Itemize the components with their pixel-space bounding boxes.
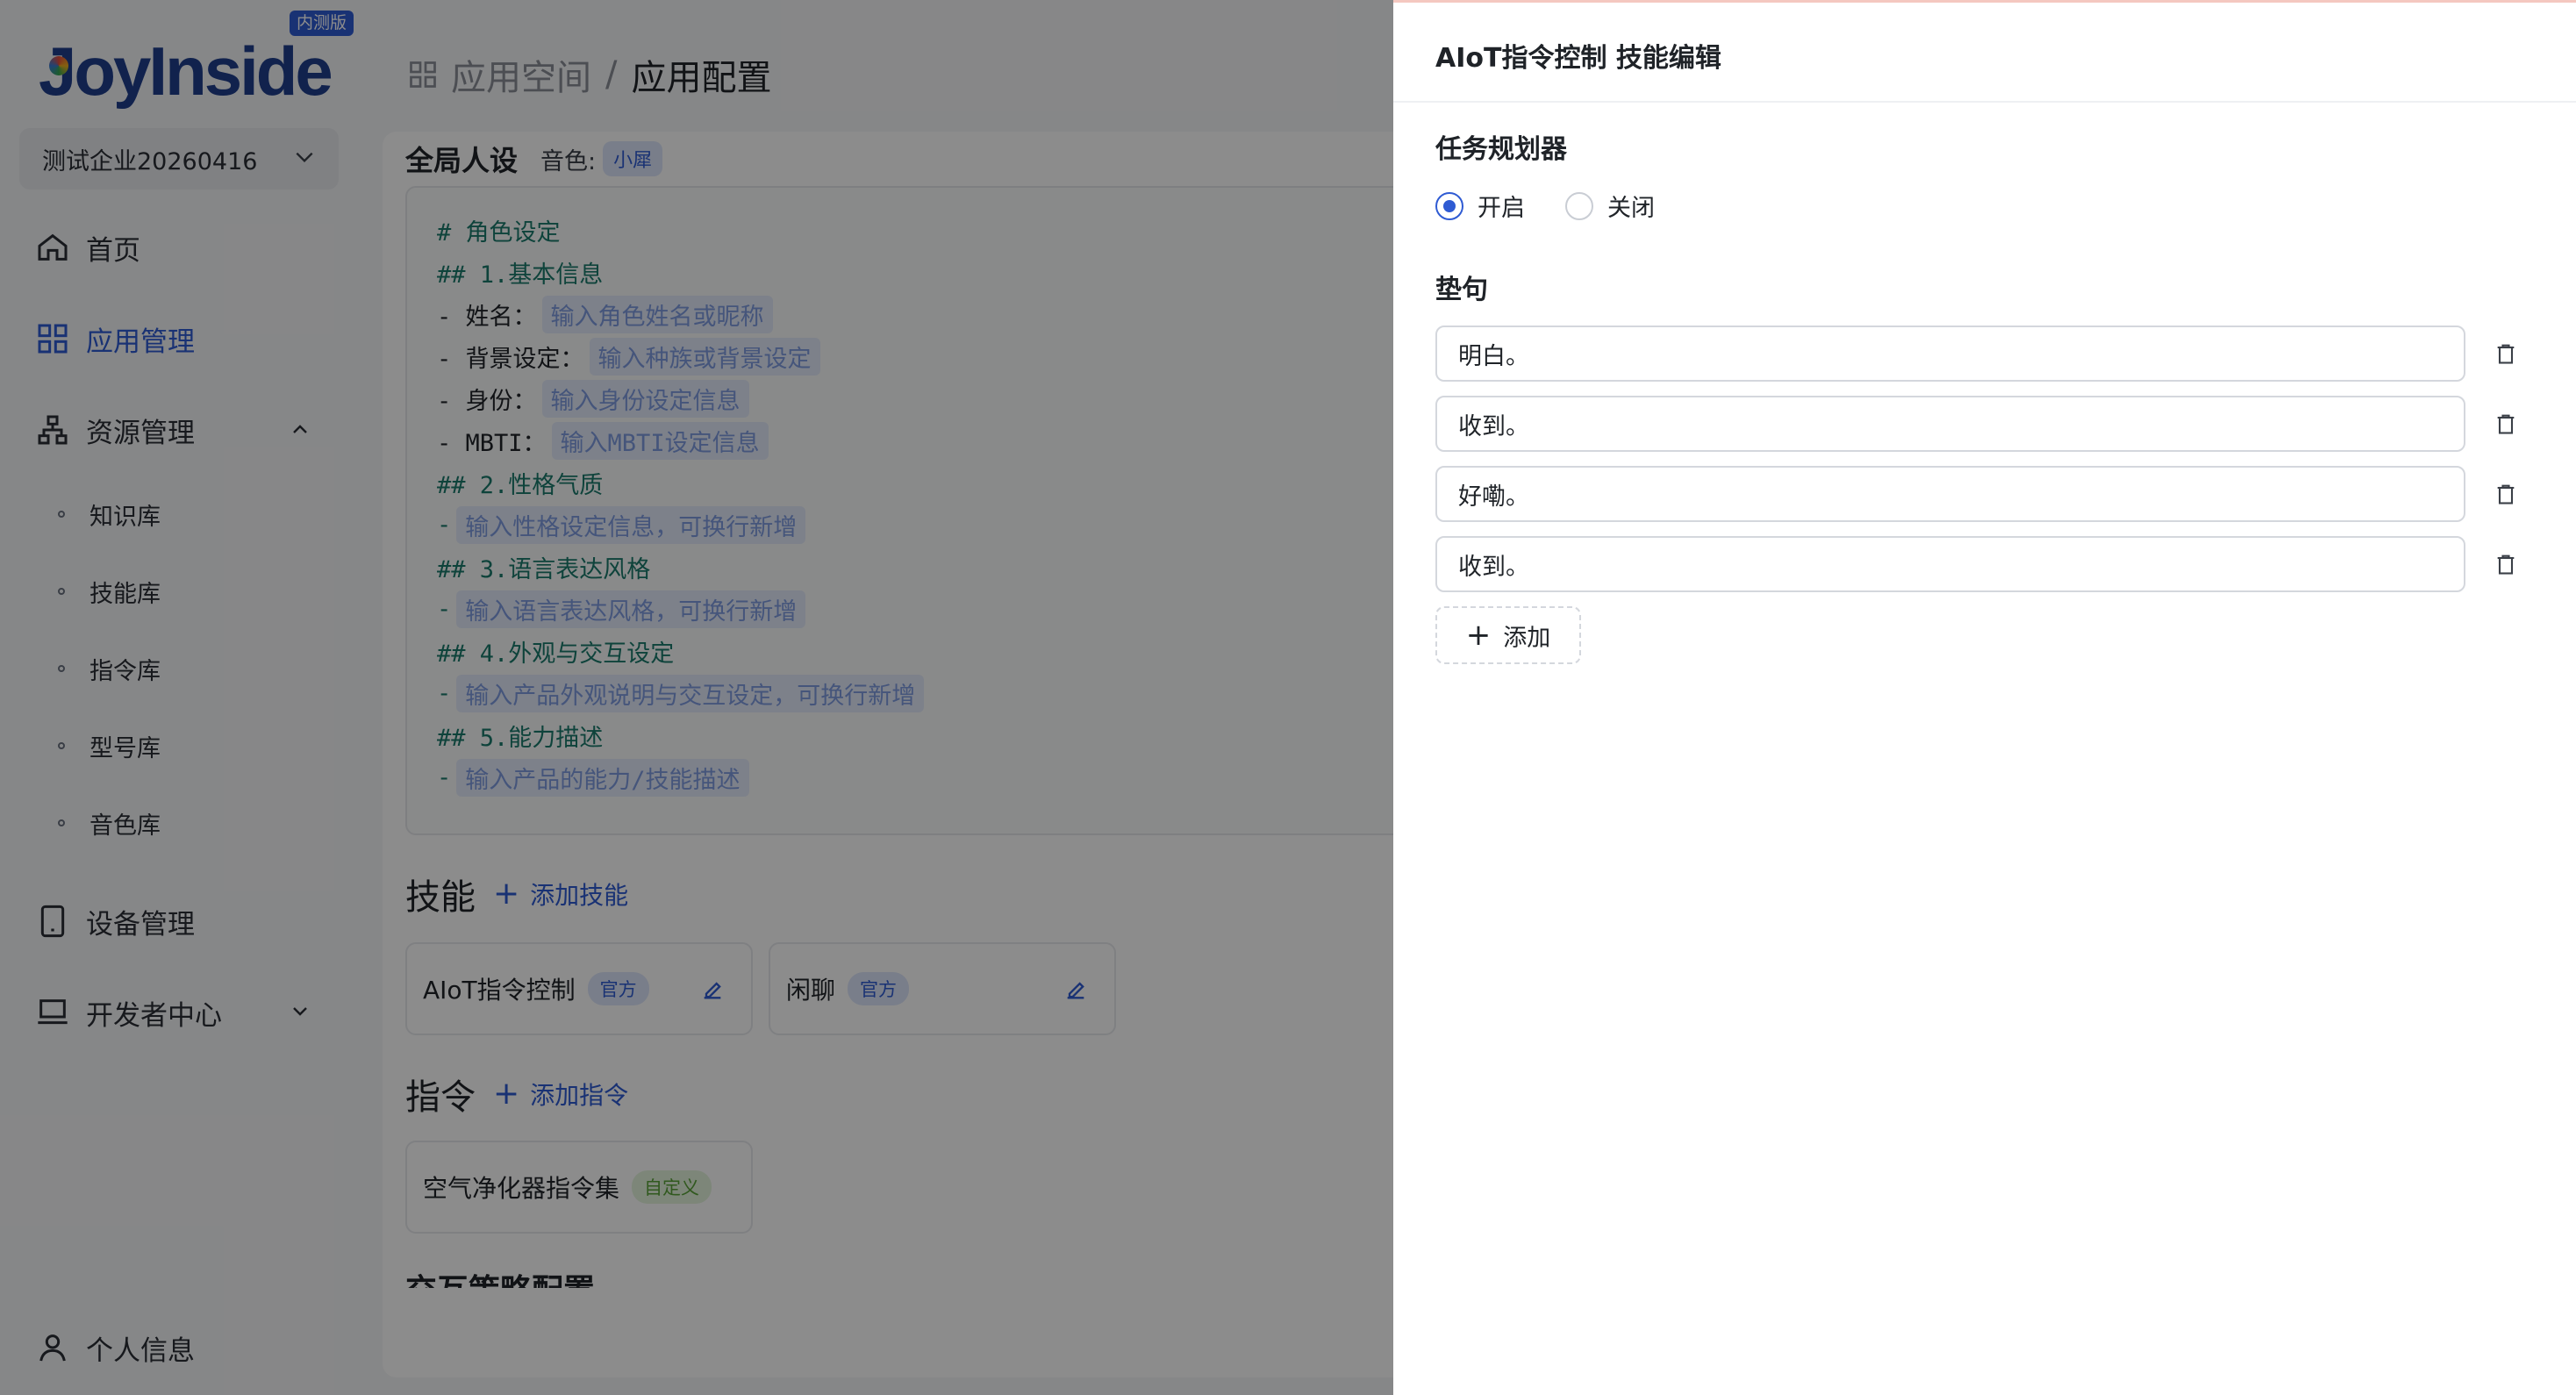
add-phrase-label: 添加: [1503, 624, 1551, 652]
trash-icon[interactable]: [2494, 480, 2518, 508]
phrase-input[interactable]: [1435, 326, 2465, 382]
phrase-input[interactable]: [1435, 466, 2465, 522]
drawer-title: AIoT指令控制 技能编辑: [1435, 43, 1721, 74]
add-phrase-button[interactable]: + 添加: [1435, 606, 1581, 664]
phrases-label: 垫句: [1435, 275, 1488, 305]
planner-on-radio[interactable]: [1435, 191, 1463, 220]
phrase-input[interactable]: [1435, 396, 2465, 452]
skill-edit-drawer: AIoT指令控制 技能编辑 任务规划器 开启 关闭 垫句 + 添加: [1393, 0, 2576, 1395]
planner-off-label[interactable]: 关闭: [1607, 189, 1655, 223]
plus-icon: +: [1465, 618, 1492, 653]
modal-overlay[interactable]: [0, 0, 1393, 1395]
planner-on-label[interactable]: 开启: [1478, 189, 1525, 223]
trash-icon[interactable]: [2494, 410, 2518, 438]
task-planner-radio-group: 开启 关闭: [1435, 189, 1655, 223]
trash-icon[interactable]: [2494, 550, 2518, 578]
trash-icon[interactable]: [2494, 340, 2518, 368]
phrase-input[interactable]: [1435, 536, 2465, 592]
planner-off-radio[interactable]: [1565, 191, 1593, 220]
task-planner-label: 任务规划器: [1435, 134, 1567, 165]
divider: [1393, 101, 2576, 103]
